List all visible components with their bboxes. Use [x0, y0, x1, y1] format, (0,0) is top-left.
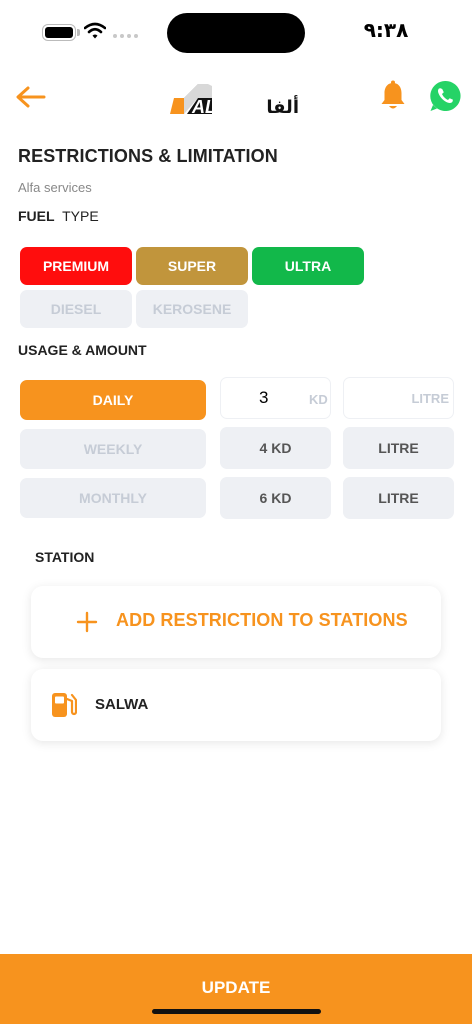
- amount-weekly[interactable]: 4 KD: [220, 427, 331, 469]
- period-monthly[interactable]: MONTHLY: [20, 478, 206, 518]
- station-item[interactable]: SALWA: [31, 669, 441, 741]
- fuel-chip-super[interactable]: SUPER: [136, 247, 248, 285]
- header: ALFA ألفا: [0, 70, 472, 126]
- battery-icon: [42, 24, 76, 41]
- fuel-chip-premium[interactable]: PREMIUM: [20, 247, 132, 285]
- update-label: UPDATE: [201, 978, 271, 997]
- logo-text-arabic: ألفا: [266, 95, 299, 118]
- page-title: RESTRICTIONS & LIMITATION: [18, 146, 278, 166]
- battery-tip: [77, 29, 80, 36]
- amount-monthly[interactable]: 6 KD: [220, 477, 331, 519]
- back-arrow-icon[interactable]: [14, 82, 48, 112]
- add-restriction-button[interactable]: ADD RESTRICTION TO STATIONS: [31, 586, 441, 658]
- alfa-logo: ALFA ألفا: [170, 84, 299, 118]
- period-weekly[interactable]: WEEKLY: [20, 429, 206, 469]
- status-bar: ٩:٣٨: [0, 0, 472, 64]
- period-daily[interactable]: DAILY: [20, 380, 206, 420]
- amount-value-daily: 3: [259, 388, 269, 407]
- station-name: SALWA: [95, 696, 149, 713]
- logo-text-latin: ALFA: [191, 97, 239, 117]
- unit-monthly[interactable]: LITRE: [343, 477, 454, 519]
- fuel-type-heading: FUEL TYPE: [18, 208, 99, 224]
- unit-daily[interactable]: LITRE: [343, 377, 454, 419]
- fuel-pump-icon: [52, 693, 77, 717]
- amount-input-daily[interactable]: 3 KD: [220, 377, 331, 419]
- dynamic-island: [167, 13, 305, 53]
- status-time: ٩:٣٨: [363, 18, 409, 42]
- fuel-chip-kerosene[interactable]: KEROSENE: [136, 290, 248, 328]
- station-heading: STATION: [35, 549, 95, 565]
- page-subtitle: Alfa services: [18, 180, 92, 195]
- bell-icon[interactable]: [378, 80, 408, 112]
- usage-amount-heading: USAGE & AMOUNT: [18, 342, 147, 358]
- home-indicator: [152, 1009, 321, 1014]
- plus-icon: [76, 611, 98, 633]
- fuel-heading-rest: TYPE: [62, 208, 99, 224]
- add-restriction-label: ADD RESTRICTION TO STATIONS: [116, 610, 408, 630]
- signal-icon: [113, 34, 138, 38]
- fuel-heading-bold: FUEL: [18, 208, 55, 224]
- wifi-icon: [84, 22, 106, 39]
- amount-unit-daily: KD: [309, 392, 328, 407]
- fuel-chip-ultra[interactable]: ULTRA: [252, 247, 364, 285]
- fuel-chip-diesel[interactable]: DIESEL: [20, 290, 132, 328]
- unit-weekly[interactable]: LITRE: [343, 427, 454, 469]
- whatsapp-icon[interactable]: [428, 79, 462, 113]
